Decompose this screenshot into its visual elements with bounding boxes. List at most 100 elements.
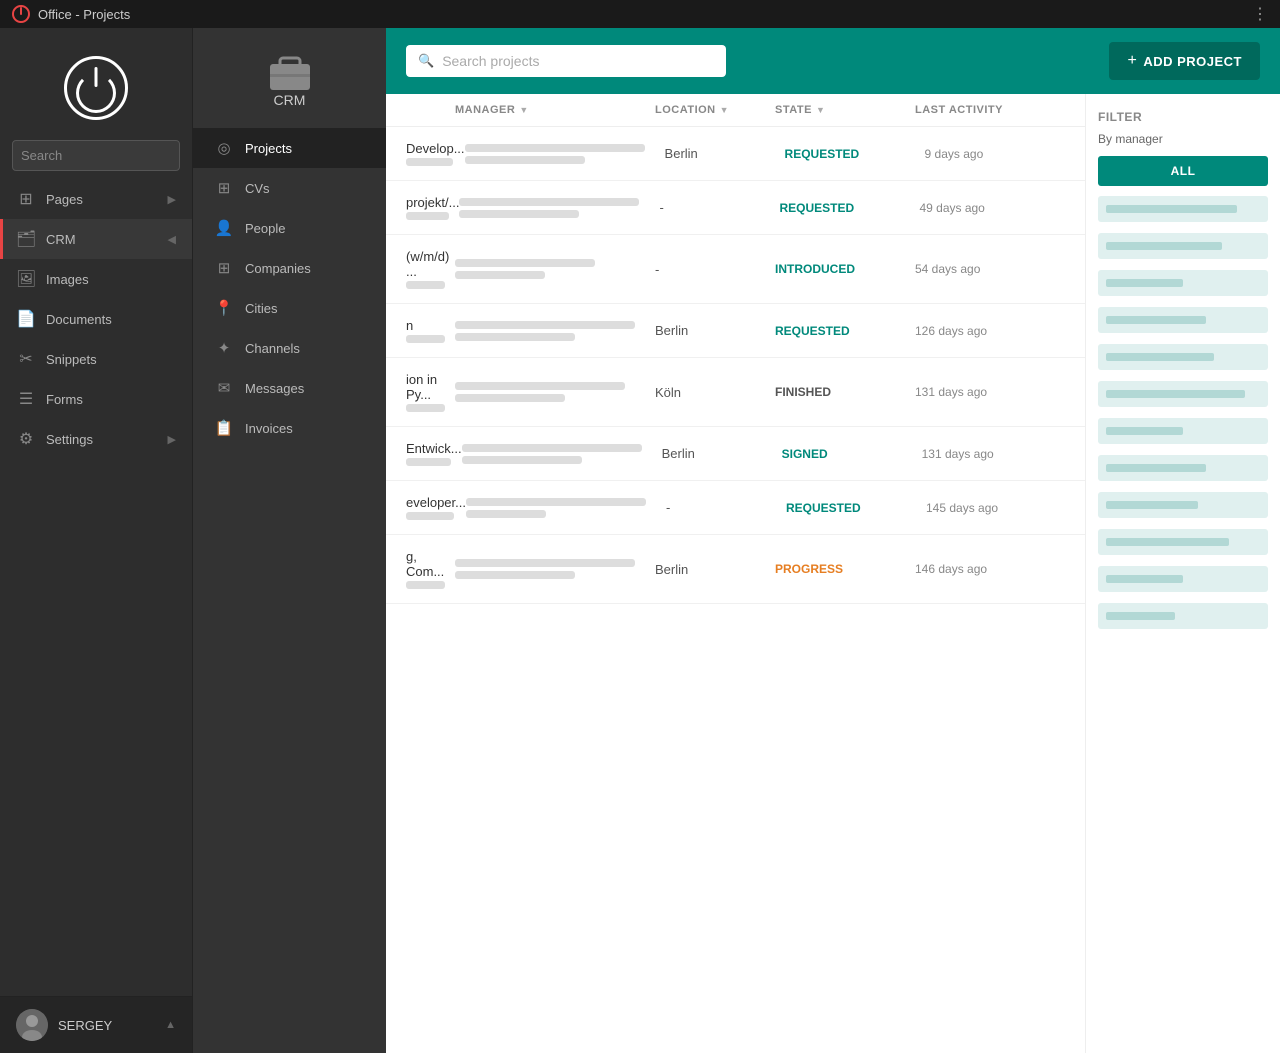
sidebar-item-settings[interactable]: ⚙ Settings ▶: [0, 419, 192, 459]
briefcase-icon: [266, 52, 314, 92]
projects-table: MANAGER ▼ LOCATION ▼ STATE ▼ LAST ACTIVI…: [386, 94, 1085, 1053]
activity-cell: 9 days ago: [925, 147, 1075, 161]
activity-cell: 49 days ago: [919, 201, 1069, 215]
crm-nav-projects[interactable]: ◎ Projects: [193, 128, 386, 168]
manager-line: [465, 144, 645, 152]
project-name-cell: g, Com...: [406, 549, 455, 589]
state-badge: REQUESTED: [786, 501, 926, 515]
manager-cell: [455, 321, 655, 341]
sidebar-item-label-documents: Documents: [46, 312, 112, 327]
settings-arrow-icon: ▶: [168, 433, 176, 446]
add-project-button[interactable]: + ADD PROJECT: [1109, 42, 1260, 80]
table-row[interactable]: (w/m/d) ... - INTRODUCED 54 days ago: [386, 235, 1085, 304]
table-row[interactable]: g, Com... Berlin PROGRESS 146 days ago: [386, 535, 1085, 604]
filter-item[interactable]: [1098, 196, 1268, 222]
crm-nav-invoices[interactable]: 📋 Invoices: [193, 408, 386, 448]
activity-cell: 145 days ago: [926, 501, 1076, 515]
main-content: 🔍 + ADD PROJECT MANAGER ▼: [386, 28, 1280, 1053]
manager-line: [466, 510, 546, 518]
table-row[interactable]: projekt/... - REQUESTED 49 days ago: [386, 181, 1085, 235]
crm-nav-cvs[interactable]: ⊞ CVs: [193, 168, 386, 208]
channels-icon: ✦: [213, 339, 235, 357]
filter-all-button[interactable]: ALL: [1098, 156, 1268, 186]
sidebar-item-snippets[interactable]: ✂ Snippets: [0, 339, 192, 379]
left-sidebar: 🔍 ⊞ Pages ▶ 🗂 CRM ◀ 🖼 Images 📄 Documents: [0, 28, 193, 1053]
filter-item[interactable]: [1098, 418, 1268, 444]
filter-item[interactable]: [1098, 492, 1268, 518]
crm-nav-people[interactable]: 👤 People: [193, 208, 386, 248]
project-name: n: [406, 318, 455, 333]
project-sub: [406, 581, 445, 589]
filter-item[interactable]: [1098, 344, 1268, 370]
table-row[interactable]: Entwick... Berlin SIGNED 131 days ago: [386, 427, 1085, 481]
project-name-cell: eveloper...: [406, 495, 466, 520]
user-chevron-icon[interactable]: ▲: [165, 1019, 176, 1031]
table-row[interactable]: ion in Py... Köln FINISHED 131 days ago: [386, 358, 1085, 427]
manager-cell: [459, 198, 659, 218]
col-header-location[interactable]: LOCATION ▼: [655, 104, 775, 116]
sidebar-item-forms[interactable]: ☰ Forms: [0, 379, 192, 419]
project-sub: [406, 458, 451, 466]
search-projects-box[interactable]: 🔍: [406, 45, 726, 77]
project-name-cell: Develop...: [406, 141, 465, 166]
sidebar-item-pages[interactable]: ⊞ Pages ▶: [0, 179, 192, 219]
crm-nav-messages[interactable]: ✉ Messages: [193, 368, 386, 408]
project-name-cell: projekt/...: [406, 195, 459, 220]
table-row[interactable]: Develop... Berlin REQUESTED 9 days ago: [386, 127, 1085, 181]
crm-sidebar-title: CRM: [274, 92, 306, 108]
filter-item[interactable]: [1098, 307, 1268, 333]
settings-icon: ⚙: [16, 429, 36, 449]
crm-nav-channels[interactable]: ✦ Channels: [193, 328, 386, 368]
sidebar-item-documents[interactable]: 📄 Documents: [0, 299, 192, 339]
sidebar-item-images[interactable]: 🖼 Images: [0, 259, 192, 299]
sidebar-item-label-pages: Pages: [46, 192, 83, 207]
project-sub: [406, 404, 445, 412]
sidebar-item-crm[interactable]: 🗂 CRM ◀: [0, 219, 192, 259]
search-box[interactable]: 🔍: [12, 140, 180, 171]
filter-item-bar: [1106, 575, 1183, 583]
location-cell: Berlin: [655, 323, 775, 338]
project-name: ion in Py...: [406, 372, 455, 402]
filter-item[interactable]: [1098, 566, 1268, 592]
col-header-manager[interactable]: MANAGER ▼: [455, 104, 655, 116]
manager-line: [459, 198, 639, 206]
app-menu-icon[interactable]: ⋮: [1252, 4, 1268, 24]
filter-item[interactable]: [1098, 270, 1268, 296]
filter-item[interactable]: [1098, 529, 1268, 555]
crm-nav-companies[interactable]: ⊞ Companies: [193, 248, 386, 288]
content-header: 🔍 + ADD PROJECT: [386, 28, 1280, 94]
manager-line: [455, 559, 635, 567]
filter-item[interactable]: [1098, 603, 1268, 629]
search-input[interactable]: [21, 148, 197, 163]
filter-item[interactable]: [1098, 233, 1268, 259]
manager-cell: [455, 259, 655, 279]
search-projects-icon: 🔍: [418, 53, 434, 69]
filter-panel: FILTER By manager ALL: [1085, 94, 1280, 1053]
crm-nav-label-people: People: [245, 221, 285, 236]
search-projects-input[interactable]: [442, 53, 714, 69]
filter-title: FILTER: [1098, 110, 1268, 124]
manager-cell: [466, 498, 666, 518]
crm-nav-cities[interactable]: 📍 Cities: [193, 288, 386, 328]
table-row[interactable]: n Berlin REQUESTED 126 days ago: [386, 304, 1085, 358]
sidebar-item-label-snippets: Snippets: [46, 352, 97, 367]
filter-items-group: [1098, 196, 1268, 635]
manager-line: [455, 259, 595, 267]
manager-cell: [455, 382, 655, 402]
pages-icon: ⊞: [16, 189, 36, 209]
project-name-cell: ion in Py...: [406, 372, 455, 412]
pages-arrow-icon: ▶: [168, 193, 176, 206]
state-badge: SIGNED: [782, 447, 922, 461]
project-name-cell: (w/m/d) ...: [406, 249, 455, 289]
manager-cell: [465, 144, 665, 164]
table-row[interactable]: eveloper... - REQUESTED 145 days ago: [386, 481, 1085, 535]
filter-item-bar: [1106, 205, 1237, 213]
cities-icon: 📍: [213, 299, 235, 317]
filter-item[interactable]: [1098, 455, 1268, 481]
filter-item[interactable]: [1098, 381, 1268, 407]
project-name: Entwick...: [406, 441, 462, 456]
titlebar: Office - Projects ⋮: [0, 0, 1280, 28]
col-header-state[interactable]: STATE ▼: [775, 104, 915, 116]
manager-line: [459, 210, 579, 218]
filter-item-bar: [1106, 316, 1206, 324]
